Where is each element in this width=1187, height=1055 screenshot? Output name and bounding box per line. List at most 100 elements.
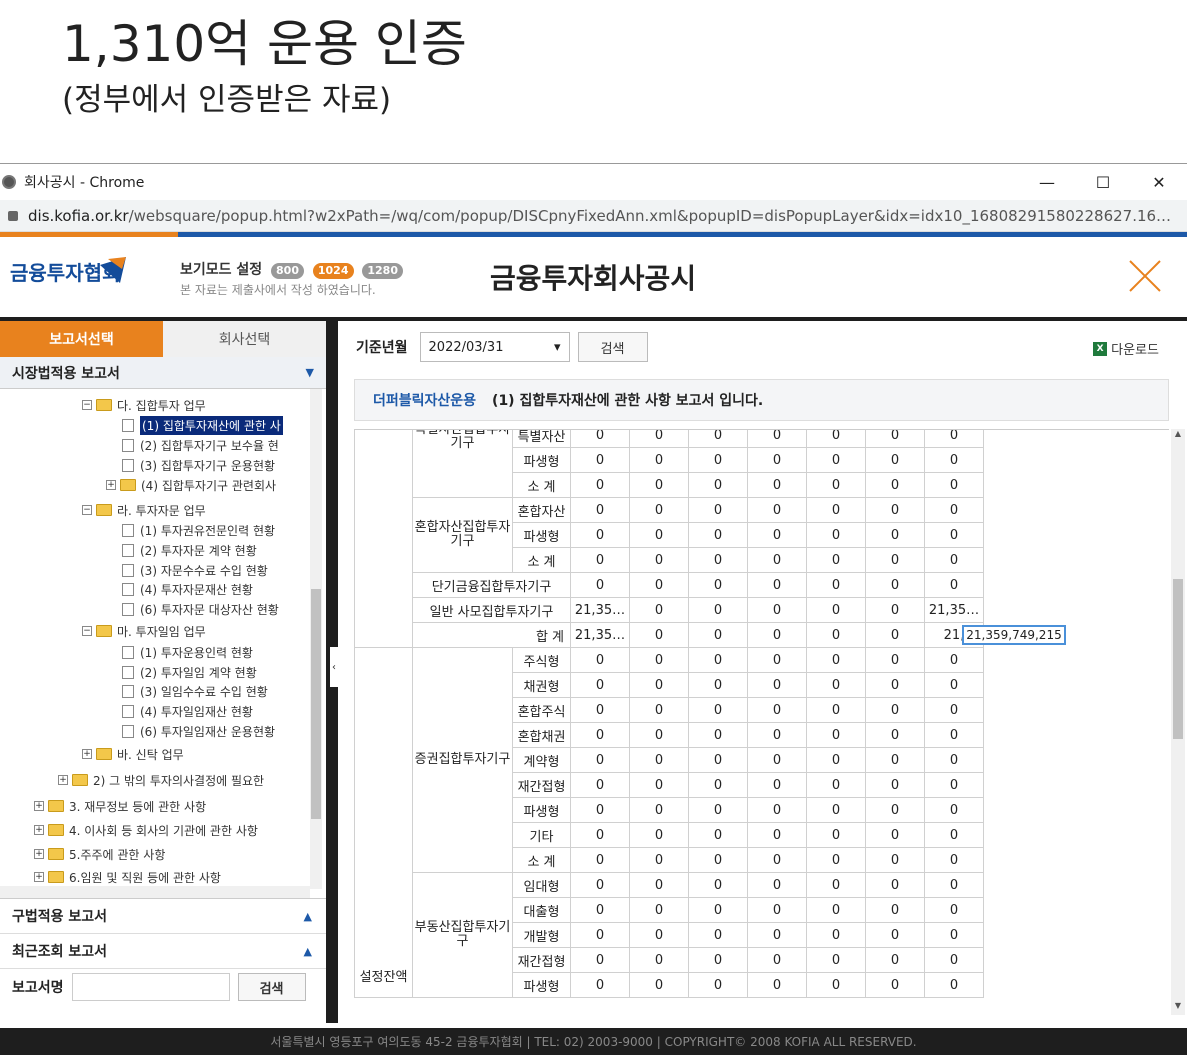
- value-cell[interactable]: 0: [865, 897, 925, 923]
- expand-toggle-icon[interactable]: +: [34, 849, 44, 859]
- value-cell[interactable]: 0: [806, 572, 866, 598]
- value-cell[interactable]: 0: [629, 922, 689, 948]
- value-cell[interactable]: 0: [688, 822, 748, 848]
- value-cell[interactable]: 0: [806, 547, 866, 573]
- value-cell[interactable]: 0: [865, 547, 925, 573]
- panel-collapse-handle[interactable]: ‹: [330, 647, 338, 687]
- value-cell[interactable]: 0: [629, 547, 689, 573]
- collapse-toggle-icon[interactable]: −: [82, 626, 92, 636]
- tree-item[interactable]: (6) 투자일임재산 운용현황: [122, 721, 275, 741]
- tree-item[interactable]: (1) 투자운용인력 현황: [122, 642, 253, 662]
- tree-item[interactable]: +6.임원 및 직원 등에 관한 사항: [34, 867, 221, 887]
- value-cell[interactable]: 0: [629, 672, 689, 698]
- close-window-button[interactable]: ✕: [1131, 164, 1187, 200]
- value-cell[interactable]: 0: [688, 622, 748, 648]
- value-cell[interactable]: 0: [806, 430, 866, 448]
- tree-item[interactable]: (3) 자문수수료 수입 현황: [122, 560, 268, 580]
- value-cell[interactable]: 0: [688, 872, 748, 898]
- value-cell[interactable]: 0: [688, 772, 748, 798]
- value-cell[interactable]: 0: [865, 572, 925, 598]
- value-cell[interactable]: 0: [688, 897, 748, 923]
- value-cell[interactable]: 0: [806, 947, 866, 973]
- value-cell[interactable]: 0: [688, 597, 748, 623]
- value-cell[interactable]: 0: [629, 497, 689, 523]
- value-cell[interactable]: 0: [688, 430, 748, 448]
- tree-item[interactable]: (1) 집합투자재산에 관한 사: [122, 415, 283, 435]
- value-cell[interactable]: 0: [688, 797, 748, 823]
- value-cell[interactable]: 0: [806, 472, 866, 498]
- value-cell[interactable]: 0: [865, 697, 925, 723]
- value-cell[interactable]: 0: [747, 622, 807, 648]
- value-cell[interactable]: 0: [806, 872, 866, 898]
- value-cell[interactable]: 0: [806, 522, 866, 548]
- value-cell[interactable]: 0: [865, 972, 925, 998]
- value-cell[interactable]: 0: [570, 772, 630, 798]
- value-cell[interactable]: 0: [747, 897, 807, 923]
- download-button[interactable]: X 다운로드: [1093, 339, 1159, 358]
- value-cell[interactable]: 0: [570, 547, 630, 573]
- value-cell[interactable]: 21,35…: [924, 597, 984, 623]
- tree-item[interactable]: +2) 그 밖의 투자의사결정에 필요한: [58, 770, 264, 790]
- tab-report-select[interactable]: 보고서선택: [0, 321, 163, 357]
- value-cell[interactable]: 0: [924, 797, 984, 823]
- value-cell[interactable]: 0: [806, 722, 866, 748]
- tree-item[interactable]: +4. 이사회 등 회사의 기관에 관한 사항: [34, 820, 258, 840]
- tab-company-select[interactable]: 회사선택: [163, 321, 326, 357]
- value-cell[interactable]: 0: [570, 947, 630, 973]
- expand-arrow-icon[interactable]: ▲: [304, 945, 312, 958]
- tree-item[interactable]: +3. 재무정보 등에 관한 사항: [34, 796, 206, 816]
- value-cell[interactable]: 0: [747, 722, 807, 748]
- value-cell[interactable]: 0: [629, 697, 689, 723]
- tree-scrollbar[interactable]: [310, 389, 322, 889]
- value-cell[interactable]: 0: [865, 647, 925, 673]
- value-cell[interactable]: 0: [570, 972, 630, 998]
- value-cell[interactable]: 0: [747, 522, 807, 548]
- value-cell[interactable]: 0: [629, 847, 689, 873]
- value-cell[interactable]: 0: [865, 872, 925, 898]
- tree-item[interactable]: − 마. 투자일임 업무: [82, 621, 206, 641]
- value-cell[interactable]: 0: [570, 697, 630, 723]
- tree-item[interactable]: (3) 집합투자기구 운용현황: [122, 455, 275, 475]
- value-cell[interactable]: 0: [865, 497, 925, 523]
- viewmode-1024-button[interactable]: 1024: [312, 263, 354, 279]
- value-cell[interactable]: 0: [747, 972, 807, 998]
- value-cell[interactable]: 0: [570, 447, 630, 473]
- tree-item[interactable]: (4) 투자자문재산 현황: [122, 579, 253, 599]
- value-cell[interactable]: 0: [688, 672, 748, 698]
- expand-arrow-icon[interactable]: ▲: [304, 910, 312, 923]
- value-cell[interactable]: 0: [747, 697, 807, 723]
- value-cell[interactable]: 0: [865, 522, 925, 548]
- value-cell[interactable]: 0: [865, 597, 925, 623]
- tree-item[interactable]: (2) 투자일임 계약 현황: [122, 662, 257, 682]
- value-cell[interactable]: 21,35…: [570, 622, 630, 648]
- value-cell[interactable]: 0: [865, 822, 925, 848]
- value-cell[interactable]: 0: [924, 747, 984, 773]
- value-cell[interactable]: 0: [570, 522, 630, 548]
- value-cell[interactable]: 0: [865, 747, 925, 773]
- value-cell[interactable]: 0: [747, 572, 807, 598]
- value-cell[interactable]: 0: [688, 497, 748, 523]
- value-cell[interactable]: 0: [806, 747, 866, 773]
- value-cell[interactable]: 0: [629, 430, 689, 448]
- value-cell[interactable]: 0: [570, 572, 630, 598]
- value-cell[interactable]: 0: [688, 722, 748, 748]
- value-cell[interactable]: 0: [806, 847, 866, 873]
- value-cell[interactable]: 0: [629, 472, 689, 498]
- value-cell[interactable]: 0: [747, 647, 807, 673]
- value-cell[interactable]: 0: [806, 772, 866, 798]
- value-cell[interactable]: 0: [924, 430, 984, 448]
- expand-toggle-icon[interactable]: +: [82, 749, 92, 759]
- value-cell[interactable]: 0: [747, 447, 807, 473]
- value-cell[interactable]: 0: [747, 547, 807, 573]
- value-cell[interactable]: 0: [688, 947, 748, 973]
- expand-toggle-icon[interactable]: +: [58, 775, 68, 785]
- value-cell[interactable]: 0: [570, 747, 630, 773]
- value-cell[interactable]: 0: [629, 872, 689, 898]
- value-cell[interactable]: 0: [747, 597, 807, 623]
- table-scrollbar[interactable]: ▲ ▼: [1171, 429, 1185, 1015]
- value-cell[interactable]: 0: [924, 947, 984, 973]
- expand-toggle-icon[interactable]: +: [34, 872, 44, 882]
- value-cell[interactable]: 0: [688, 922, 748, 948]
- value-cell[interactable]: 0: [806, 897, 866, 923]
- value-cell[interactable]: 0: [629, 972, 689, 998]
